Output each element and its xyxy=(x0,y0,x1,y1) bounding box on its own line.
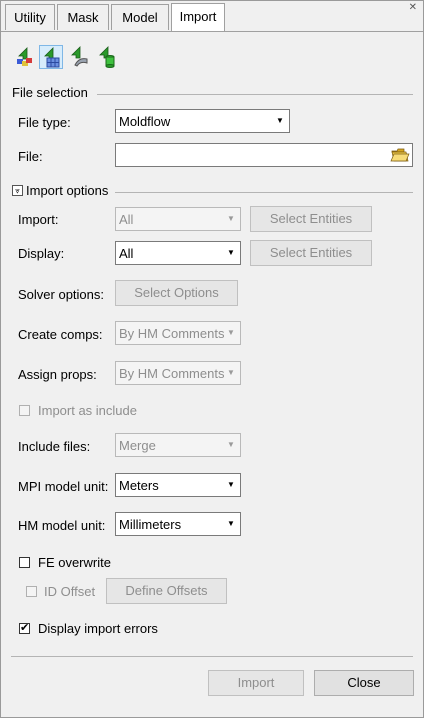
tab-label: Utility xyxy=(14,10,46,25)
assign-props-dropdown[interactable]: By HM Comments ▼ xyxy=(115,361,241,385)
collapse-icon[interactable]: ⩔ xyxy=(12,185,23,196)
folder-open-icon[interactable] xyxy=(390,146,410,164)
chevron-down-icon: ▼ xyxy=(227,328,235,337)
create-comps-label: Create comps: xyxy=(18,327,103,342)
display-dropdown[interactable]: All ▼ xyxy=(115,241,241,265)
tab-mask[interactable]: Mask xyxy=(57,4,109,30)
section-divider xyxy=(97,94,413,95)
file-type-value: Moldflow xyxy=(119,114,171,129)
display-value: All xyxy=(119,246,134,261)
footer-divider xyxy=(11,656,413,657)
display-label: Display: xyxy=(18,246,65,261)
assign-props-label: Assign props: xyxy=(18,367,97,382)
chevron-down-icon: ▼ xyxy=(276,116,284,125)
display-import-errors-label: Display import errors xyxy=(38,621,158,636)
import-label: Import: xyxy=(18,212,59,227)
hm-unit-dropdown[interactable]: Millimeters ▼ xyxy=(115,512,241,536)
mpi-unit-value: Meters xyxy=(119,478,159,493)
display-import-errors-checkbox[interactable]: ✔ xyxy=(19,622,30,634)
assign-props-value: By HM Comments xyxy=(119,366,225,381)
close-button[interactable]: Close xyxy=(314,670,414,696)
tab-model[interactable]: Model xyxy=(111,4,169,30)
panel-close-icon[interactable]: ✕ xyxy=(409,2,417,13)
import-as-include-label: Import as include xyxy=(38,403,137,418)
file-selection-title: File selection xyxy=(12,85,88,100)
chevron-down-icon: ▼ xyxy=(227,214,235,223)
select-options-button[interactable]: Select Options xyxy=(115,280,238,306)
import-solver-deck-icon[interactable] xyxy=(13,45,37,69)
mpi-unit-label: MPI model unit: xyxy=(18,479,109,494)
import-as-include-checkbox[interactable] xyxy=(19,405,30,416)
create-comps-value: By HM Comments xyxy=(119,326,225,341)
import-geometry-icon[interactable] xyxy=(67,45,91,69)
checkmark-icon: ✔ xyxy=(20,622,30,634)
tab-label: Mask xyxy=(67,10,99,25)
define-offsets-button[interactable]: Define Offsets xyxy=(106,578,227,604)
chevron-down-icon: ▼ xyxy=(227,368,235,377)
chevron-down-icon: ▼ xyxy=(227,519,235,528)
import-select-entities-button[interactable]: Select Entities xyxy=(250,206,372,232)
fe-overwrite-checkbox[interactable] xyxy=(19,557,30,568)
display-select-entities-button[interactable]: Select Entities xyxy=(250,240,372,266)
hm-unit-value: Millimeters xyxy=(119,517,182,532)
id-offset-label: ID Offset xyxy=(44,584,96,599)
tab-label: Model xyxy=(122,10,158,25)
import-options-title: Import options xyxy=(26,183,109,198)
include-files-label: Include files: xyxy=(18,439,91,454)
include-files-dropdown[interactable]: Merge ▼ xyxy=(115,433,241,457)
fe-overwrite-label: FE overwrite xyxy=(38,555,111,570)
file-type-label: File type: xyxy=(18,115,71,130)
file-path-input[interactable] xyxy=(115,143,413,167)
file-type-dropdown[interactable]: Moldflow ▼ xyxy=(115,109,290,133)
import-dropdown[interactable]: All ▼ xyxy=(115,207,241,231)
import-panel: ✕ Utility Mask Model Import File selecti… xyxy=(0,0,424,718)
import-value: All xyxy=(119,212,134,227)
file-label: File: xyxy=(18,149,43,164)
id-offset-checkbox[interactable] xyxy=(26,586,37,597)
tab-utility[interactable]: Utility xyxy=(5,4,55,30)
hm-unit-label: HM model unit: xyxy=(18,518,106,533)
create-comps-dropdown[interactable]: By HM Comments ▼ xyxy=(115,321,241,345)
section-divider xyxy=(115,192,413,193)
chevron-down-icon: ▼ xyxy=(227,248,235,257)
chevron-down-icon: ▼ xyxy=(227,440,235,449)
import-connectors-icon[interactable] xyxy=(95,45,119,69)
tab-label: Import xyxy=(179,9,217,24)
import-button[interactable]: Import xyxy=(208,670,304,696)
solver-options-label: Solver options: xyxy=(18,287,104,302)
chevron-down-icon: ▼ xyxy=(227,480,235,489)
tab-import[interactable]: Import xyxy=(171,3,225,32)
tab-divider xyxy=(1,31,423,32)
import-model-icon[interactable] xyxy=(39,45,63,69)
mpi-unit-dropdown[interactable]: Meters ▼ xyxy=(115,473,241,497)
include-files-value: Merge xyxy=(119,438,156,453)
